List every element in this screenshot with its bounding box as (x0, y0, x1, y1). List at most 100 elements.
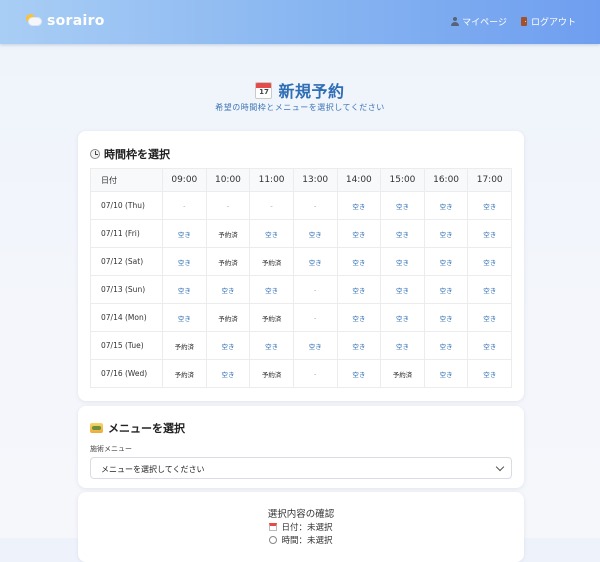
menu-card: メニューを選択 施術メニュー メニューを選択してください (78, 406, 524, 488)
person-icon (451, 17, 460, 26)
table-row: 07/14 (Mon) 空き 予約済 予約済 - 空き 空き 空き 空き (90, 303, 512, 332)
sun-cloud-icon (26, 14, 42, 28)
slot-available[interactable]: 空き (249, 219, 294, 248)
header-nav: マイページ ログアウト (437, 15, 576, 28)
slot-unavailable: - (205, 191, 251, 220)
slot-available[interactable]: 空き (380, 247, 425, 276)
slot-available[interactable]: 空き (380, 331, 425, 360)
menu-select-value: メニューを選択してください (101, 465, 205, 474)
logout-label: ログアウト (530, 18, 576, 28)
table-row: 07/16 (Wed) 予約済 空き 予約済 - 空き 予約済 空き 空き (90, 359, 512, 388)
mypage-label: マイページ (462, 18, 507, 28)
slot-available[interactable]: 空き (423, 219, 469, 248)
slot-available[interactable]: 空き (336, 303, 382, 332)
calendar-icon: 17 (255, 81, 273, 99)
menu-heading-text: メニューを選択 (108, 422, 185, 435)
slot-available[interactable]: 空き (336, 331, 382, 360)
slot-available[interactable]: 空き (423, 247, 469, 276)
slot-available[interactable]: 空き (336, 247, 382, 276)
logo[interactable]: sorairo (26, 13, 105, 29)
slot-available[interactable]: 空き (380, 219, 425, 248)
time-column-header: 10:00 (205, 168, 251, 192)
mypage-link[interactable]: マイページ (451, 15, 507, 28)
slot-available[interactable]: 空き (205, 359, 251, 388)
slot-available[interactable]: 空き (423, 303, 469, 332)
slot-booked: 予約済 (162, 359, 207, 388)
slot-available[interactable]: 空き (249, 275, 294, 304)
slot-booked: 予約済 (205, 247, 251, 276)
confirm-date-row: 日付：未選択 (78, 521, 524, 533)
slot-available[interactable]: 空き (380, 191, 425, 220)
table-row: 07/10 (Thu) - - - - 空き 空き 空き 空き (90, 191, 512, 220)
row-date: 07/15 (Tue) (90, 331, 163, 360)
slot-available[interactable]: 空き (336, 359, 382, 388)
slot-available[interactable]: 空き (249, 331, 294, 360)
slot-available[interactable]: 空き (292, 331, 338, 360)
time-column-header: 14:00 (336, 168, 382, 192)
time-column-header: 13:00 (292, 168, 338, 192)
row-date: 07/12 (Sat) (90, 247, 163, 276)
slot-available[interactable]: 空き (423, 191, 469, 220)
page-title-text: 新規予約 (278, 82, 345, 101)
slot-available[interactable]: 空き (292, 219, 338, 248)
menu-field-label: 施術メニュー (90, 445, 132, 453)
slot-booked: 予約済 (162, 331, 207, 360)
slot-available[interactable]: 空き (423, 331, 469, 360)
slot-available[interactable]: 空き (423, 275, 469, 304)
slot-available[interactable]: 空き (162, 275, 207, 304)
confirm-date-text: 日付：未選択 (281, 523, 333, 533)
logo-text: sorairo (47, 13, 105, 29)
slot-available[interactable]: 空き (292, 247, 338, 276)
timeslot-table: 日付 09:00 10:00 11:00 13:00 14:00 15:00 16:00 17… (90, 168, 512, 388)
slot-available[interactable]: 空き (467, 247, 512, 276)
slot-available[interactable]: 空き (423, 359, 469, 388)
table-row: 07/15 (Tue) 予約済 空き 空き 空き 空き 空き 空き 空き (90, 331, 512, 360)
slot-available[interactable]: 空き (162, 247, 207, 276)
slot-available[interactable]: 空き (380, 275, 425, 304)
menu-icon (90, 423, 103, 433)
timeslot-heading-text: 時間枠を選択 (104, 148, 170, 161)
slot-available[interactable]: 空き (336, 219, 382, 248)
slot-available[interactable]: 空き (205, 331, 251, 360)
confirm-heading: 選択内容の確認 (267, 509, 335, 520)
row-date: 07/10 (Thu) (90, 191, 163, 220)
calendar-icon (269, 523, 278, 531)
timeslot-card: 時間枠を選択 日付 09:00 10:00 11:00 13:00 14:00 15:00… (78, 131, 524, 401)
slot-available[interactable]: 空き (162, 219, 207, 248)
confirm-time-row: 時間：未選択 (78, 534, 524, 546)
table-row: 07/11 (Fri) 空き 予約済 空き 空き 空き 空き 空き 空き (90, 219, 512, 248)
slot-available[interactable]: 空き (336, 191, 382, 220)
slot-unavailable: - (249, 191, 294, 220)
slot-unavailable: - (292, 359, 338, 388)
timeslot-heading: 時間枠を選択 (90, 146, 170, 162)
slot-unavailable: - (292, 191, 338, 220)
time-column-header: 09:00 (162, 168, 207, 192)
clock-icon (90, 149, 100, 159)
slot-booked: 予約済 (380, 359, 425, 388)
menu-select[interactable]: メニューを選択してください (90, 457, 512, 479)
slot-available[interactable]: 空き (162, 303, 207, 332)
page-title: 17 新規予約 (0, 78, 600, 102)
door-icon (520, 17, 527, 26)
time-column-header: 16:00 (423, 168, 469, 192)
clock-icon (269, 536, 278, 544)
row-date: 07/16 (Wed) (90, 359, 163, 388)
slot-available[interactable]: 空き (336, 275, 382, 304)
slot-available[interactable]: 空き (467, 275, 512, 304)
slot-unavailable: - (292, 275, 338, 304)
slot-booked: 予約済 (249, 247, 294, 276)
slot-available[interactable]: 空き (380, 303, 425, 332)
slot-available[interactable]: 空き (467, 303, 512, 332)
page-subtitle: 希望の時間枠とメニューを選択してください (215, 103, 385, 112)
table-row: 07/12 (Sat) 空き 予約済 予約済 空き 空き 空き 空き 空き (90, 247, 512, 276)
time-column-header: 11:00 (249, 168, 294, 192)
slot-booked: 予約済 (205, 303, 251, 332)
time-column-header: 17:00 (467, 168, 512, 192)
slot-available[interactable]: 空き (205, 275, 251, 304)
logout-link[interactable]: ログアウト (520, 15, 576, 28)
slot-available[interactable]: 空き (467, 191, 512, 220)
top-header: sorairo マイページ ログアウト (0, 0, 600, 44)
slot-available[interactable]: 空き (467, 359, 512, 388)
slot-available[interactable]: 空き (467, 219, 512, 248)
slot-available[interactable]: 空き (467, 331, 512, 360)
